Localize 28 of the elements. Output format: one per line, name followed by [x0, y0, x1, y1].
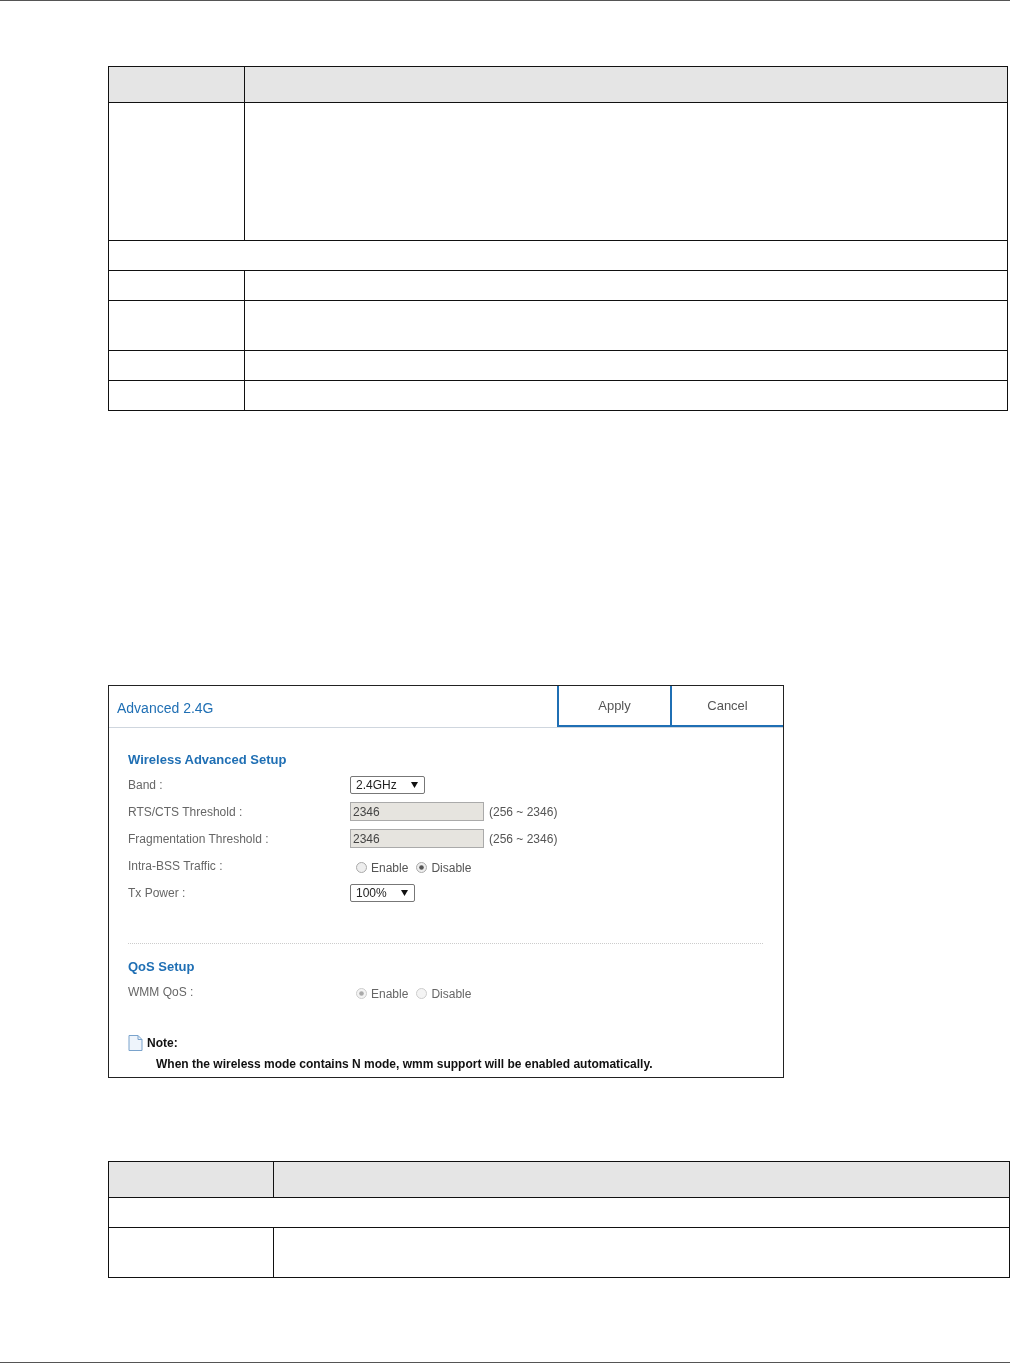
option-label: Disable [431, 860, 472, 875]
option-label: Enable [371, 860, 409, 875]
radio-button[interactable] [416, 862, 428, 873]
cancel-button[interactable]: Cancel [670, 686, 783, 727]
option-label: Enable [371, 986, 409, 1001]
apply-button[interactable]: Apply [557, 686, 670, 727]
section-title: Wireless Advanced Setup [128, 752, 288, 767]
option-label: Disable [431, 986, 472, 1001]
document-icon [128, 1035, 143, 1051]
note-text: When the wireless mode contains N mode, wmm support will be enabled automatically. [156, 1057, 654, 1071]
field-label: Tx Power : [128, 885, 187, 900]
field-label: WMM QoS : [128, 984, 195, 999]
range-hint: (256 ~ 2346) [489, 831, 558, 846]
note-title: Note: [147, 1036, 178, 1050]
dropdown[interactable]: 100% [350, 883, 415, 902]
radio-button[interactable] [356, 862, 367, 873]
input-field[interactable]: 2346 [350, 802, 484, 821]
section-title: QoS Setup [128, 959, 196, 974]
caret-icon [400, 889, 408, 896]
dropdown[interactable]: 2.4GHz [350, 775, 425, 794]
field-label: Fragmentation Threshold : [128, 831, 270, 846]
field-label: Intra-BSS Traffic : [128, 858, 224, 873]
field-label: Band : [128, 777, 164, 792]
panel-title: Advanced 2.4G [116, 699, 215, 716]
field-label: RTS/CTS Threshold : [128, 804, 244, 819]
range-hint: (256 ~ 2346) [489, 804, 558, 819]
input-field[interactable]: 2346 [350, 829, 484, 848]
caret-icon [410, 781, 418, 788]
